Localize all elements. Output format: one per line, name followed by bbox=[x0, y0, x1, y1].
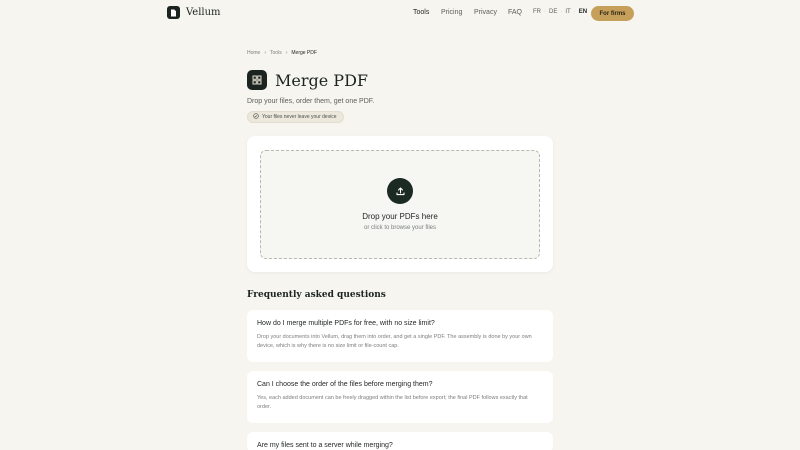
lang-it[interactable]: IT bbox=[565, 9, 570, 15]
breadcrumb-separator: › bbox=[285, 50, 288, 56]
merge-icon bbox=[247, 70, 267, 90]
brand-logo[interactable]: Vellum bbox=[167, 6, 221, 19]
privacy-badge-label: Your files never leave your device bbox=[262, 114, 337, 120]
faq-heading: Frequently asked questions bbox=[247, 290, 386, 300]
nav-pricing[interactable]: Pricing bbox=[441, 9, 462, 16]
lang-en[interactable]: EN bbox=[579, 9, 587, 15]
file-dropzone[interactable]: Drop your PDFs here or click to browse y… bbox=[260, 150, 540, 259]
nav-privacy[interactable]: Privacy bbox=[474, 9, 497, 16]
nav-faq[interactable]: FAQ bbox=[508, 9, 522, 16]
brand-name: Vellum bbox=[186, 7, 221, 18]
top-navigation: Vellum Tools Pricing Privacy FAQ FR · DE… bbox=[0, 0, 800, 27]
document-icon bbox=[167, 6, 180, 19]
page-header: Merge PDF bbox=[247, 70, 368, 90]
faq-question[interactable]: How do I merge multiple PDFs for free, w… bbox=[257, 320, 543, 327]
faq-item[interactable]: Can I choose the order of the files befo… bbox=[247, 371, 553, 423]
faq-item[interactable]: Are my files sent to a server while merg… bbox=[247, 432, 553, 450]
faq-answer: Yes, each added document can be freely d… bbox=[257, 395, 528, 410]
shield-check-icon bbox=[253, 113, 259, 121]
upload-icon[interactable] bbox=[387, 178, 413, 204]
page-title: Merge PDF bbox=[275, 70, 368, 90]
breadcrumb-home[interactable]: Home bbox=[247, 50, 260, 56]
faq-item[interactable]: How do I merge multiple PDFs for free, w… bbox=[247, 310, 553, 362]
faq-question[interactable]: Are my files sent to a server while merg… bbox=[257, 442, 543, 449]
nav-tools[interactable]: Tools bbox=[413, 9, 429, 16]
breadcrumb-separator: › bbox=[264, 50, 267, 56]
dropzone-title: Drop your PDFs here bbox=[362, 212, 438, 221]
for-firms-button[interactable]: For firms bbox=[591, 6, 634, 21]
breadcrumb-tools[interactable]: Tools bbox=[270, 50, 282, 56]
breadcrumb-current: Merge PDF bbox=[291, 50, 317, 56]
faq-question[interactable]: Can I choose the order of the files befo… bbox=[257, 381, 543, 388]
language-switcher: FR · DE · IT · EN bbox=[533, 9, 587, 15]
lang-separator: · bbox=[560, 9, 563, 15]
upload-card: Drop your PDFs here or click to browse y… bbox=[247, 136, 553, 272]
page-subtitle: Drop your files, order them, get one PDF… bbox=[247, 98, 375, 105]
breadcrumb: Home › Tools › Merge PDF bbox=[247, 50, 317, 56]
faq-answer: Drop your documents into Vellum, drag th… bbox=[257, 334, 532, 349]
lang-de[interactable]: DE bbox=[549, 9, 557, 15]
lang-fr[interactable]: FR bbox=[533, 9, 541, 15]
dropzone-subtitle[interactable]: or click to browse your files bbox=[261, 225, 539, 231]
lang-separator: · bbox=[573, 9, 576, 15]
privacy-badge: Your files never leave your device bbox=[247, 111, 344, 123]
lang-separator: · bbox=[544, 9, 546, 15]
